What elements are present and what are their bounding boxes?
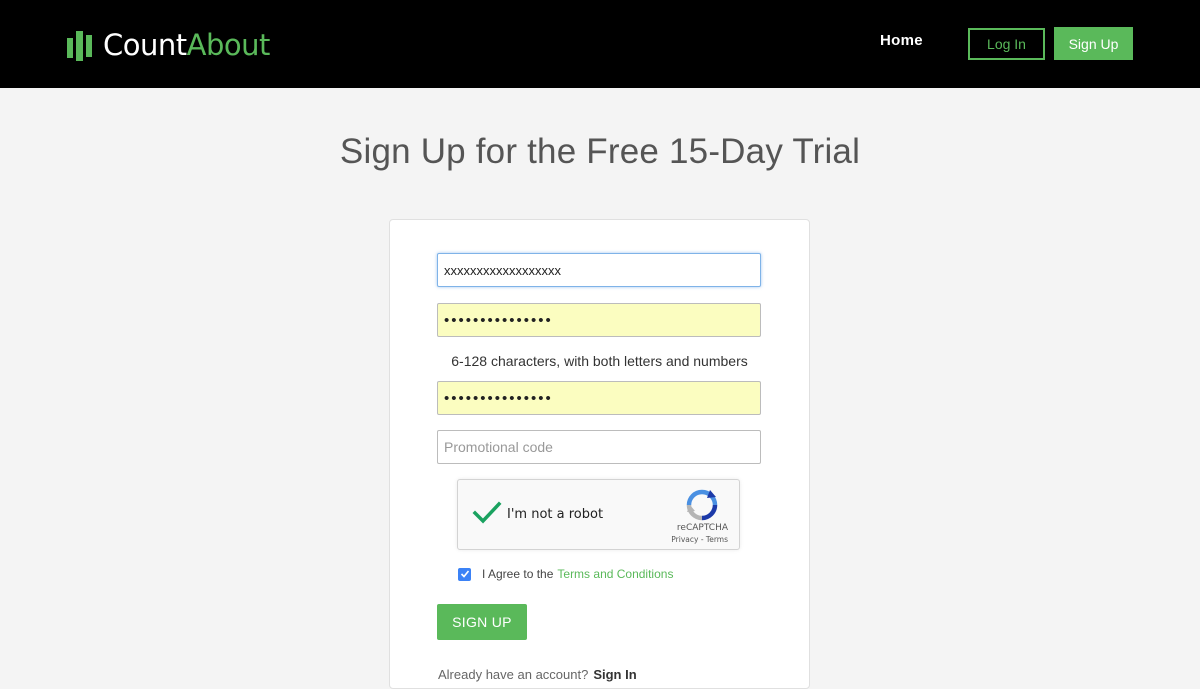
logo-text-about: About bbox=[186, 28, 271, 62]
password-hint: 6-128 characters, with both letters and … bbox=[451, 353, 748, 369]
agreement-prefix-text: I Agree to the bbox=[482, 567, 554, 581]
terms-checkbox[interactable] bbox=[458, 567, 471, 581]
logo-wordmark: CountAbout bbox=[103, 29, 270, 61]
terms-and-conditions-link[interactable]: Terms and Conditions bbox=[557, 567, 673, 581]
recaptcha-label: I'm not a robot bbox=[507, 507, 604, 522]
recaptcha-privacy-terms-links[interactable]: Privacy - Terms bbox=[671, 535, 728, 544]
countabout-logo[interactable]: CountAbout bbox=[66, 25, 270, 65]
promo-code-input[interactable] bbox=[437, 430, 761, 464]
check-icon bbox=[460, 570, 469, 578]
login-button[interactable]: Log In bbox=[968, 28, 1045, 60]
logo-text-count: Count bbox=[103, 28, 187, 62]
confirm-password-field[interactable] bbox=[437, 381, 761, 415]
page-title: Sign Up for the Free 15-Day Trial bbox=[339, 132, 861, 171]
bar-chart-logo-icon bbox=[67, 31, 92, 61]
password-field[interactable] bbox=[437, 303, 761, 337]
recaptcha-brand: reCAPTCHA bbox=[676, 523, 728, 533]
nav-home-link[interactable]: Home bbox=[880, 32, 923, 49]
terms-agreement-row: I Agree to the Terms and Conditions bbox=[458, 567, 673, 581]
recaptcha-widget: I'm not a robot reCAPTCHA Privacy - Term… bbox=[457, 479, 740, 550]
top-navbar: CountAbout Home Log In Sign Up bbox=[0, 0, 1200, 88]
signup-submit-button[interactable]: SIGN UP bbox=[437, 604, 527, 640]
recaptcha-logo-icon bbox=[686, 489, 718, 521]
checkmark-icon[interactable] bbox=[472, 500, 502, 526]
email-field[interactable] bbox=[437, 253, 761, 287]
signup-nav-button[interactable]: Sign Up bbox=[1054, 27, 1133, 60]
